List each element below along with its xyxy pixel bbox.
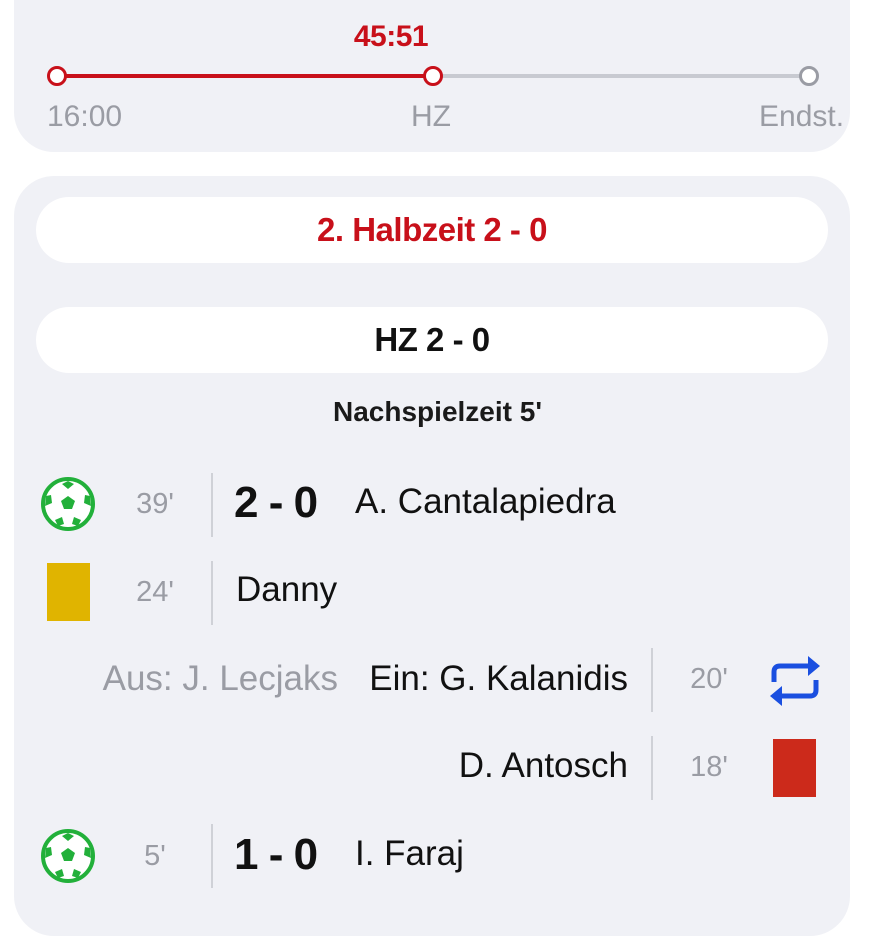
fulltime-marker — [799, 66, 819, 86]
kickoff-marker — [47, 66, 67, 86]
elapsed-time: 45:51 — [353, 20, 429, 53]
second-half-header[interactable]: 2. Halbzeit 2 - 0 — [36, 197, 828, 263]
event-minute: 18' — [690, 751, 728, 783]
match-events-card — [14, 176, 850, 936]
added-time-note: Nachspielzeit 5' — [333, 396, 542, 427]
event-minute: 24' — [136, 576, 174, 608]
divider — [651, 736, 653, 800]
halftime-header[interactable]: HZ 2 - 0 — [36, 307, 828, 373]
divider — [211, 824, 213, 888]
goal-score: 1 - 0 — [234, 830, 318, 879]
divider — [651, 648, 653, 712]
booked-player[interactable]: Danny — [236, 570, 337, 610]
goal-scorer[interactable]: A. Cantalapiedra — [355, 482, 616, 522]
event-minute: 20' — [690, 663, 728, 695]
event-minute: 5' — [144, 840, 166, 872]
substitution-icon — [770, 656, 820, 706]
goal-scorer[interactable]: I. Faraj — [355, 834, 464, 874]
soccer-ball-icon — [41, 477, 95, 531]
divider — [211, 561, 213, 625]
halftime-marker — [423, 66, 443, 86]
substitution-in[interactable]: Ein: G. Kalanidis — [369, 659, 628, 699]
divider — [211, 473, 213, 537]
halftime-label: HZ — [411, 100, 451, 133]
progress-track-elapsed — [57, 74, 433, 78]
kickoff-label: 16:00 — [47, 100, 123, 133]
substitution-out[interactable]: Aus: J. Lecjaks — [103, 659, 338, 699]
goal-score: 2 - 0 — [234, 478, 318, 527]
sent-off-player[interactable]: D. Antosch — [459, 746, 628, 786]
progress-track-remaining — [433, 74, 809, 78]
event-minute: 39' — [136, 488, 174, 520]
red-card-icon — [773, 739, 816, 797]
soccer-ball-icon — [41, 829, 95, 883]
fulltime-label: Endst. — [759, 100, 845, 133]
yellow-card-icon — [47, 563, 90, 621]
